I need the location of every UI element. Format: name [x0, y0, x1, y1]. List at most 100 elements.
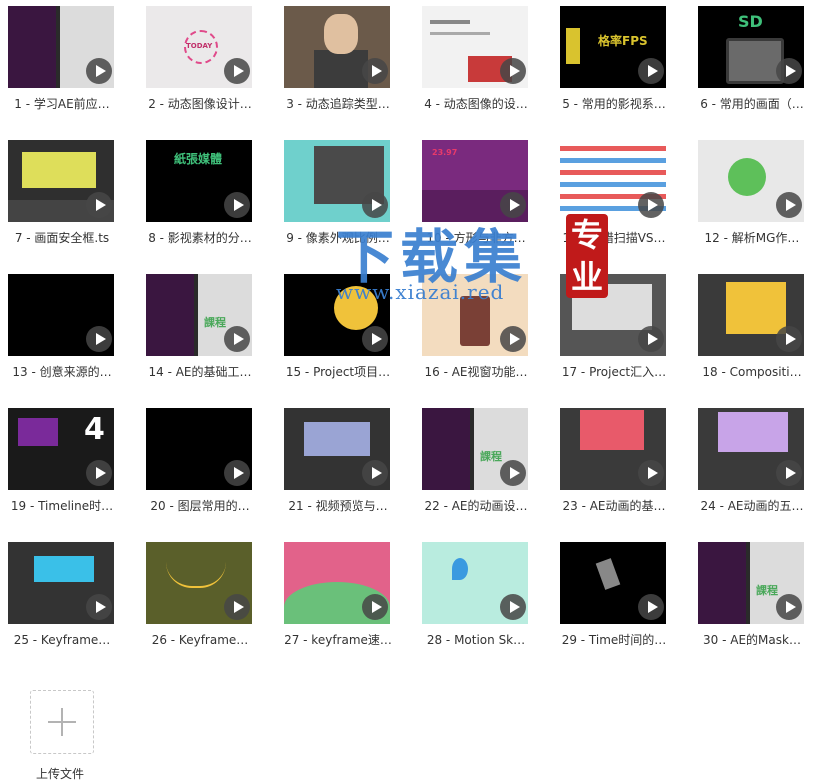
- video-thumbnail: 23.97: [422, 140, 528, 222]
- play-icon[interactable]: [776, 326, 802, 352]
- thumbnail-graphic: [566, 28, 580, 64]
- file-name: 5 - 常用的影视系…: [562, 97, 666, 111]
- thumbnail-graphic: [166, 562, 226, 588]
- play-icon[interactable]: [224, 326, 250, 352]
- file-tile[interactable]: 16 - AE视窗功能…: [422, 274, 550, 398]
- file-tile[interactable]: 28 - Motion Sk…: [422, 542, 550, 666]
- thumbnail-graphic: [726, 38, 784, 84]
- file-tile[interactable]: SD 6 - 常用的画面（…: [698, 6, 813, 130]
- thumbnail-graphic: [324, 14, 358, 54]
- file-tile[interactable]: 4 19 - Timeline时…: [8, 408, 136, 532]
- file-name: 16 - AE视窗功能…: [424, 365, 528, 379]
- play-icon[interactable]: [362, 460, 388, 486]
- play-icon[interactable]: [86, 326, 112, 352]
- thumbnail-graphic: [560, 182, 666, 187]
- play-icon[interactable]: [776, 58, 802, 84]
- file-tile[interactable]: 25 - Keyframe…: [8, 542, 136, 666]
- file-tile[interactable]: 26 - Keyframe…: [146, 542, 274, 666]
- play-icon[interactable]: [224, 192, 250, 218]
- thumbnail-graphic: [718, 412, 788, 452]
- file-tile[interactable]: 11 - 交错扫描VS…: [560, 140, 688, 264]
- file-tile[interactable]: 4 - 动态图像的设…: [422, 6, 550, 130]
- play-icon[interactable]: [776, 460, 802, 486]
- play-icon[interactable]: [638, 58, 664, 84]
- file-tile[interactable]: 21 - 视频预览与…: [284, 408, 412, 532]
- play-icon[interactable]: [776, 192, 802, 218]
- thumbnail-graphic: [314, 50, 368, 88]
- play-icon[interactable]: [86, 460, 112, 486]
- video-thumbnail: [698, 408, 804, 490]
- file-tile[interactable]: 17 - Project汇入…: [560, 274, 688, 398]
- file-name: 17 - Project汇入…: [561, 365, 667, 379]
- play-icon[interactable]: [224, 460, 250, 486]
- file-name: 2 - 动态图像设计…: [148, 97, 252, 111]
- file-tile[interactable]: 23 - AE动画的基…: [560, 408, 688, 532]
- play-icon[interactable]: [500, 460, 526, 486]
- video-thumbnail: [284, 140, 390, 222]
- play-icon[interactable]: [638, 326, 664, 352]
- play-icon[interactable]: [500, 192, 526, 218]
- thumbnail-text: TODAY: [186, 42, 213, 50]
- video-thumbnail: [284, 408, 390, 490]
- file-tile[interactable]: 課程 14 - AE的基础工…: [146, 274, 274, 398]
- file-tile[interactable]: 20 - 图层常用的…: [146, 408, 274, 532]
- video-thumbnail: 課程: [698, 542, 804, 624]
- video-thumbnail: [8, 140, 114, 222]
- file-tile[interactable]: 12 - 解析MG作…: [698, 140, 813, 264]
- play-icon[interactable]: [638, 594, 664, 620]
- play-icon[interactable]: [224, 58, 250, 84]
- thumbnail-graphic: [452, 558, 468, 580]
- video-thumbnail: [560, 542, 666, 624]
- video-thumbnail: TODAY: [146, 6, 252, 88]
- file-tile[interactable]: 29 - Time时间的…: [560, 542, 688, 666]
- play-icon[interactable]: [500, 594, 526, 620]
- upload-button[interactable]: [30, 690, 94, 754]
- file-tile[interactable]: TODAY 2 - 动态图像设计…: [146, 6, 274, 130]
- file-name: 27 - keyframe速…: [284, 633, 392, 647]
- thumbnail-text: 課程: [480, 450, 502, 463]
- file-tile[interactable]: 18 - Compositi…: [698, 274, 813, 398]
- file-tile[interactable]: 27 - keyframe速…: [284, 542, 412, 666]
- file-tile[interactable]: 24 - AE动画的五…: [698, 408, 813, 532]
- thumbnail-graphic: [422, 408, 470, 490]
- file-tile[interactable]: 23.97 10 - 方形与非方…: [422, 140, 550, 264]
- play-icon[interactable]: [224, 594, 250, 620]
- play-icon[interactable]: [362, 594, 388, 620]
- video-thumbnail: [146, 408, 252, 490]
- file-name: 15 - Project项目…: [285, 365, 391, 379]
- file-tile[interactable]: 13 - 创意来源的…: [8, 274, 136, 398]
- thumbnail-graphic: [595, 558, 621, 590]
- thumbnail-text: SD: [738, 12, 763, 31]
- video-thumbnail: 課程: [146, 274, 252, 356]
- file-tile[interactable]: 15 - Project项目…: [284, 274, 412, 398]
- play-icon[interactable]: [86, 192, 112, 218]
- file-tile[interactable]: 9 - 像素外观比例…: [284, 140, 412, 264]
- play-icon[interactable]: [638, 192, 664, 218]
- video-thumbnail: [422, 542, 528, 624]
- play-icon[interactable]: [638, 460, 664, 486]
- file-name: 28 - Motion Sk…: [426, 633, 526, 647]
- play-icon[interactable]: [86, 594, 112, 620]
- play-icon[interactable]: [86, 58, 112, 84]
- thumbnail-graphic: [460, 296, 490, 346]
- play-icon[interactable]: [362, 326, 388, 352]
- file-name: 29 - Time时间的…: [561, 633, 667, 647]
- file-tile[interactable]: 課程 22 - AE的动画设…: [422, 408, 550, 532]
- play-icon[interactable]: [776, 594, 802, 620]
- file-name: 24 - AE动画的五…: [700, 499, 804, 513]
- file-name: 30 - AE的Mask…: [703, 633, 801, 647]
- play-icon[interactable]: [500, 326, 526, 352]
- file-tile[interactable]: 7 - 画面安全框.ts: [8, 140, 136, 264]
- play-icon[interactable]: [362, 192, 388, 218]
- file-name: 14 - AE的基础工…: [148, 365, 252, 379]
- file-tile[interactable]: 1 - 学习AE前应…: [8, 6, 136, 130]
- file-tile[interactable]: 課程 30 - AE的Mask…: [698, 542, 813, 666]
- video-thumbnail: [284, 542, 390, 624]
- file-tile[interactable]: 3 - 动态追踪类型…: [284, 6, 412, 130]
- play-icon[interactable]: [362, 58, 388, 84]
- file-tile[interactable]: 紙張媒體 8 - 影视素材的分…: [146, 140, 274, 264]
- thumbnail-graphic: [34, 556, 94, 582]
- file-name: 23 - AE动画的基…: [562, 499, 666, 513]
- file-tile[interactable]: 格率FPS 5 - 常用的影视系…: [560, 6, 688, 130]
- play-icon[interactable]: [500, 58, 526, 84]
